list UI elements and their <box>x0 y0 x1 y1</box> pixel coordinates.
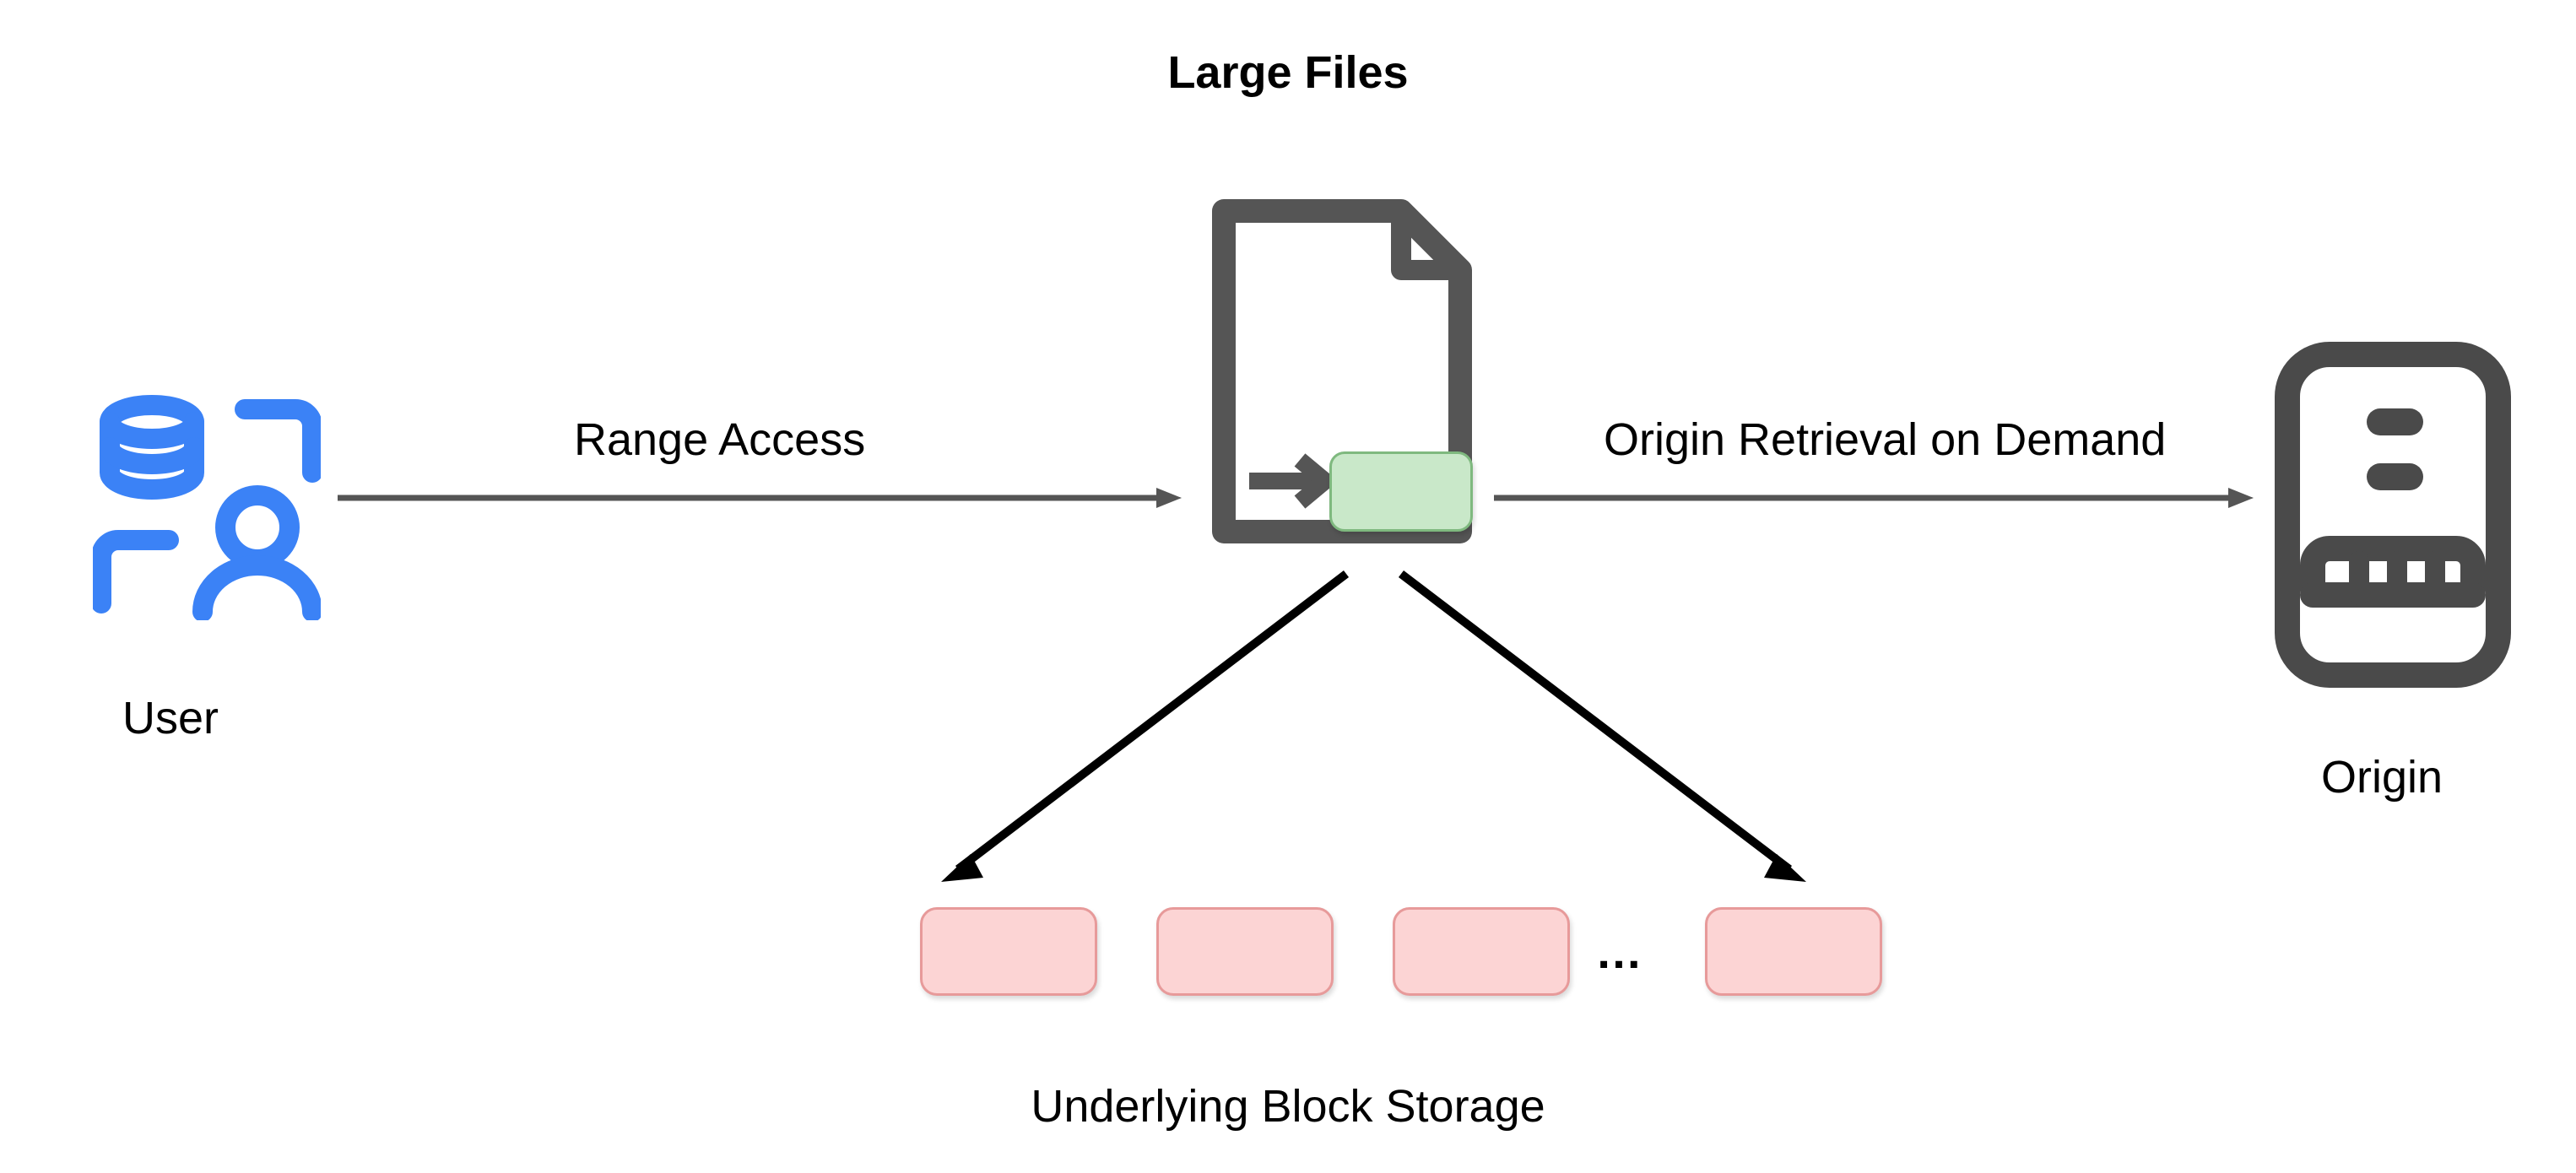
origin-retrieval-label: Origin Retrieval on Demand <box>1604 414 2166 466</box>
origin-label: Origin <box>2321 751 2443 803</box>
breakdown-arrow-right <box>1367 565 1823 903</box>
architecture-diagram: Large Files User <box>0 0 2576 1173</box>
file-range-block <box>1329 451 1473 532</box>
storage-block <box>920 907 1097 996</box>
ellipsis: … <box>1595 924 1642 979</box>
origin-server-icon <box>2270 338 2515 692</box>
user-label: User <box>122 692 219 744</box>
origin-retrieval-arrow <box>1494 481 2254 515</box>
user-icon <box>93 392 321 620</box>
storage-block <box>1705 907 1882 996</box>
underlying-storage-title: Underlying Block Storage <box>1031 1080 1545 1132</box>
large-files-title: Large Files <box>1167 46 1408 99</box>
breakdown-arrow-left <box>924 565 1380 903</box>
storage-block <box>1156 907 1334 996</box>
range-access-label: Range Access <box>574 414 865 466</box>
range-access-arrow <box>338 481 1182 515</box>
storage-block <box>1393 907 1570 996</box>
